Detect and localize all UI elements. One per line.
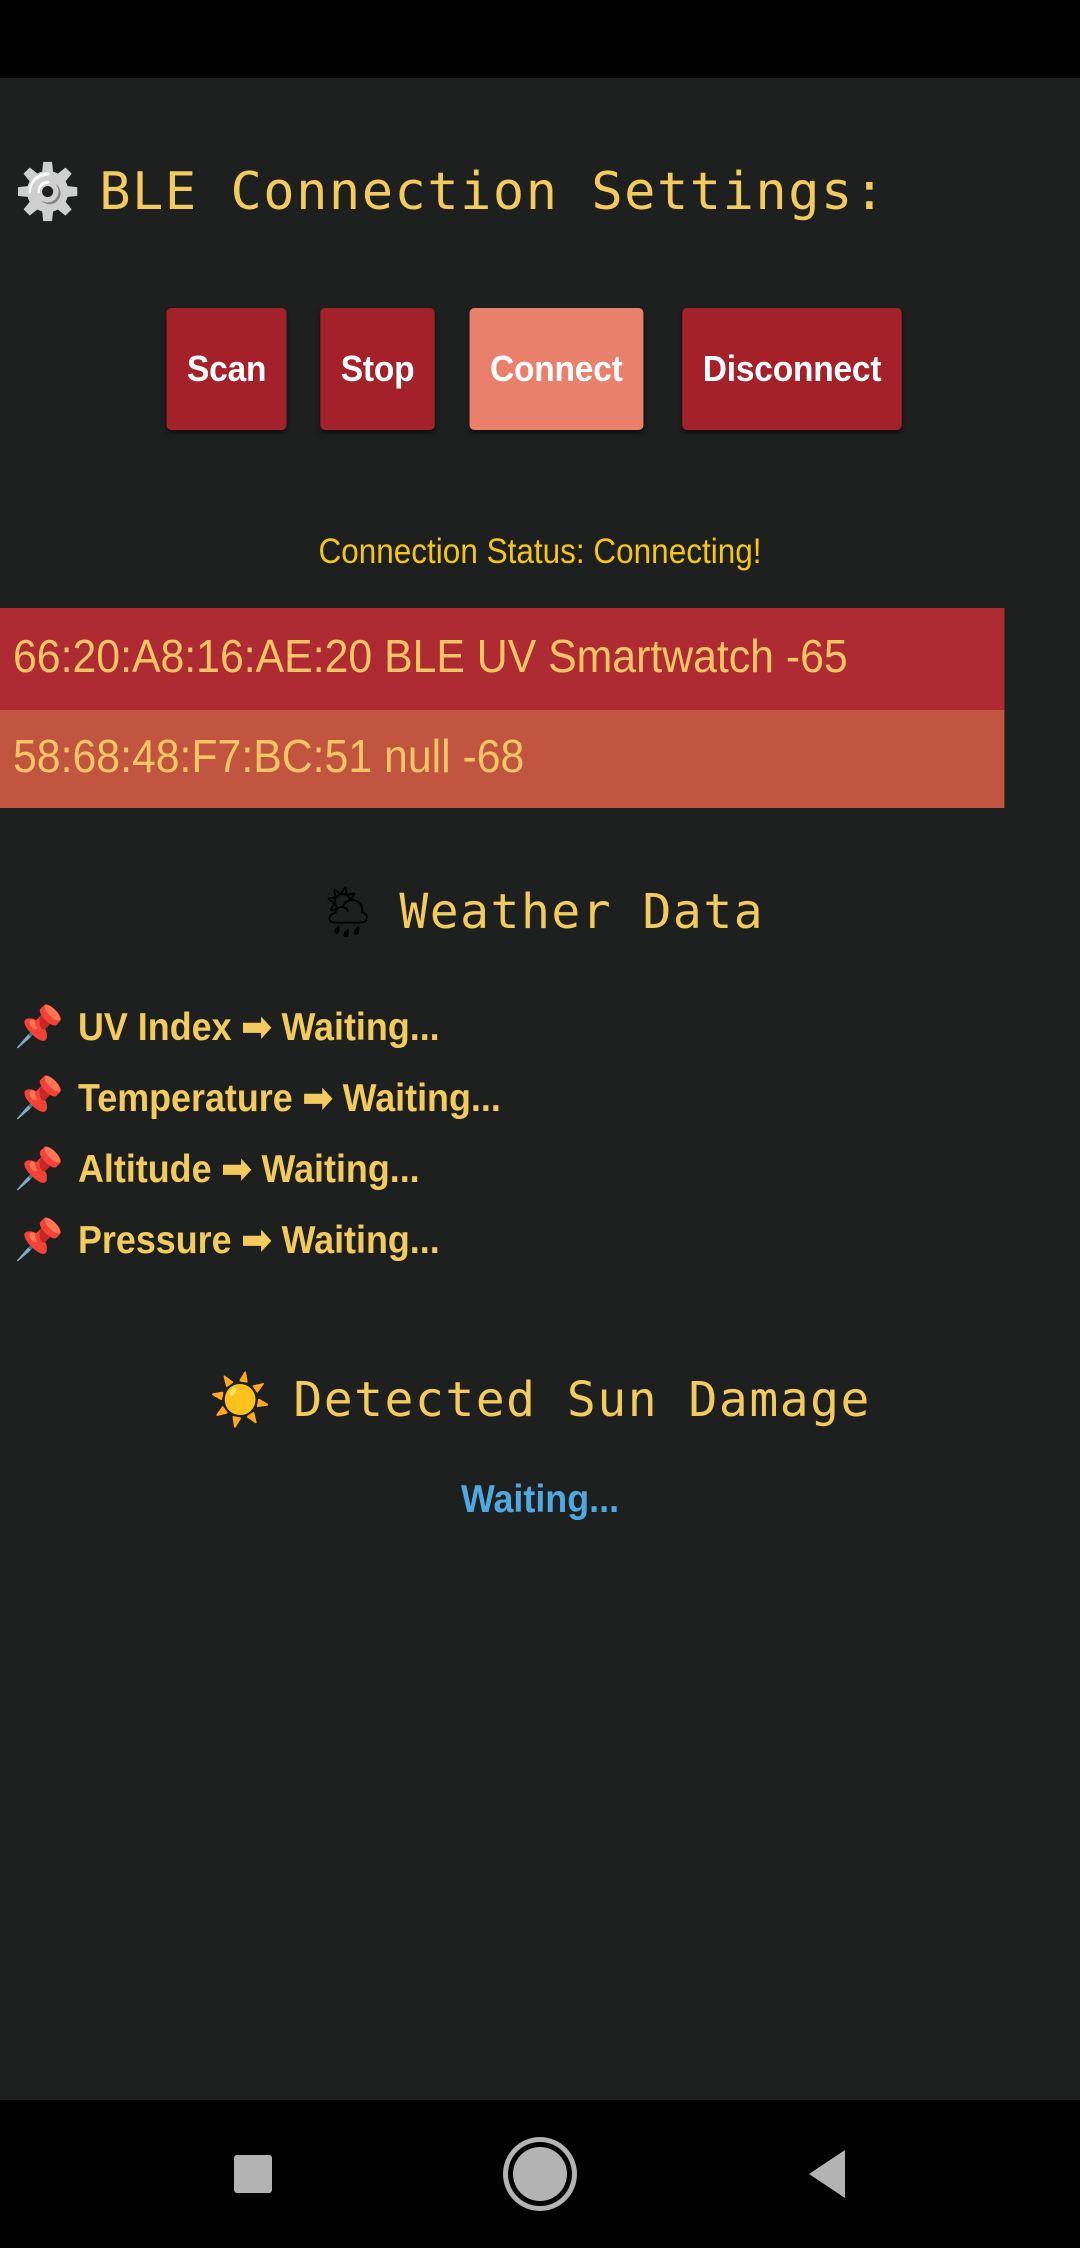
page-title: ⚙️ BLE Connection Settings: [0, 78, 1080, 222]
gear-icon: ⚙️ [14, 165, 81, 219]
sun-damage-section-title: Detected Sun Damage [293, 1372, 871, 1428]
disconnect-button[interactable]: Disconnect [682, 308, 902, 430]
weather-data-rows: 📌 UV Index ➡ Waiting... 📌 Temperature ➡ … [0, 992, 1080, 1276]
app-content: ⚙️ BLE Connection Settings: Scan Stop Co… [0, 78, 1080, 2100]
pushpin-icon: 📌 [14, 1220, 64, 1260]
list-item: 📌 Temperature ➡ Waiting... [14, 1063, 1080, 1134]
circle-icon [513, 2147, 567, 2201]
weather-section-title: Weather Data [399, 884, 764, 940]
connection-status-text: Connection Status: Connecting! [54, 532, 1026, 572]
pressure-value: Pressure ➡ Waiting... [78, 1218, 440, 1263]
connect-button[interactable]: Connect [469, 308, 643, 430]
list-item: 📌 UV Index ➡ Waiting... [14, 992, 1080, 1063]
sun-behind-rain-cloud-icon: 🌦 [316, 887, 379, 937]
home-button[interactable] [480, 2129, 600, 2219]
altitude-value: Altitude ➡ Waiting... [78, 1147, 420, 1192]
back-button[interactable] [767, 2129, 887, 2219]
android-navigation-bar [0, 2100, 1080, 2248]
device-list: 66:20:A8:16:AE:20 BLE UV Smartwatch -65 … [0, 608, 1080, 808]
square-icon [234, 2155, 272, 2193]
uv-index-value: UV Index ➡ Waiting... [78, 1005, 440, 1050]
triangle-left-icon [809, 2150, 845, 2198]
pushpin-icon: 📌 [14, 1007, 64, 1047]
pushpin-icon: 📌 [14, 1149, 64, 1189]
sun-damage-section-header: ☀️ Detected Sun Damage [0, 1372, 1080, 1428]
list-item[interactable]: 66:20:A8:16:AE:20 BLE UV Smartwatch -65 [0, 608, 1004, 710]
sun-damage-value: Waiting... [43, 1478, 1037, 1522]
page-title-label: BLE Connection Settings: [99, 162, 886, 222]
weather-section-header: 🌦 Weather Data [0, 884, 1080, 940]
list-item[interactable]: 58:68:48:F7:BC:51 null -68 [0, 710, 1004, 808]
stop-button[interactable]: Stop [320, 308, 435, 430]
ble-action-buttons: Scan Stop Connect Disconnect [0, 308, 1080, 430]
scan-button[interactable]: Scan [167, 308, 287, 430]
phone-screen: ⚙️ BLE Connection Settings: Scan Stop Co… [0, 0, 1080, 2248]
recents-button[interactable] [193, 2129, 313, 2219]
status-bar [0, 0, 1080, 78]
list-item: 📌 Altitude ➡ Waiting... [14, 1134, 1080, 1205]
sun-icon: ☀️ [209, 1375, 271, 1425]
list-item: 📌 Pressure ➡ Waiting... [14, 1205, 1080, 1276]
pushpin-icon: 📌 [14, 1078, 64, 1118]
temperature-value: Temperature ➡ Waiting... [78, 1076, 501, 1121]
